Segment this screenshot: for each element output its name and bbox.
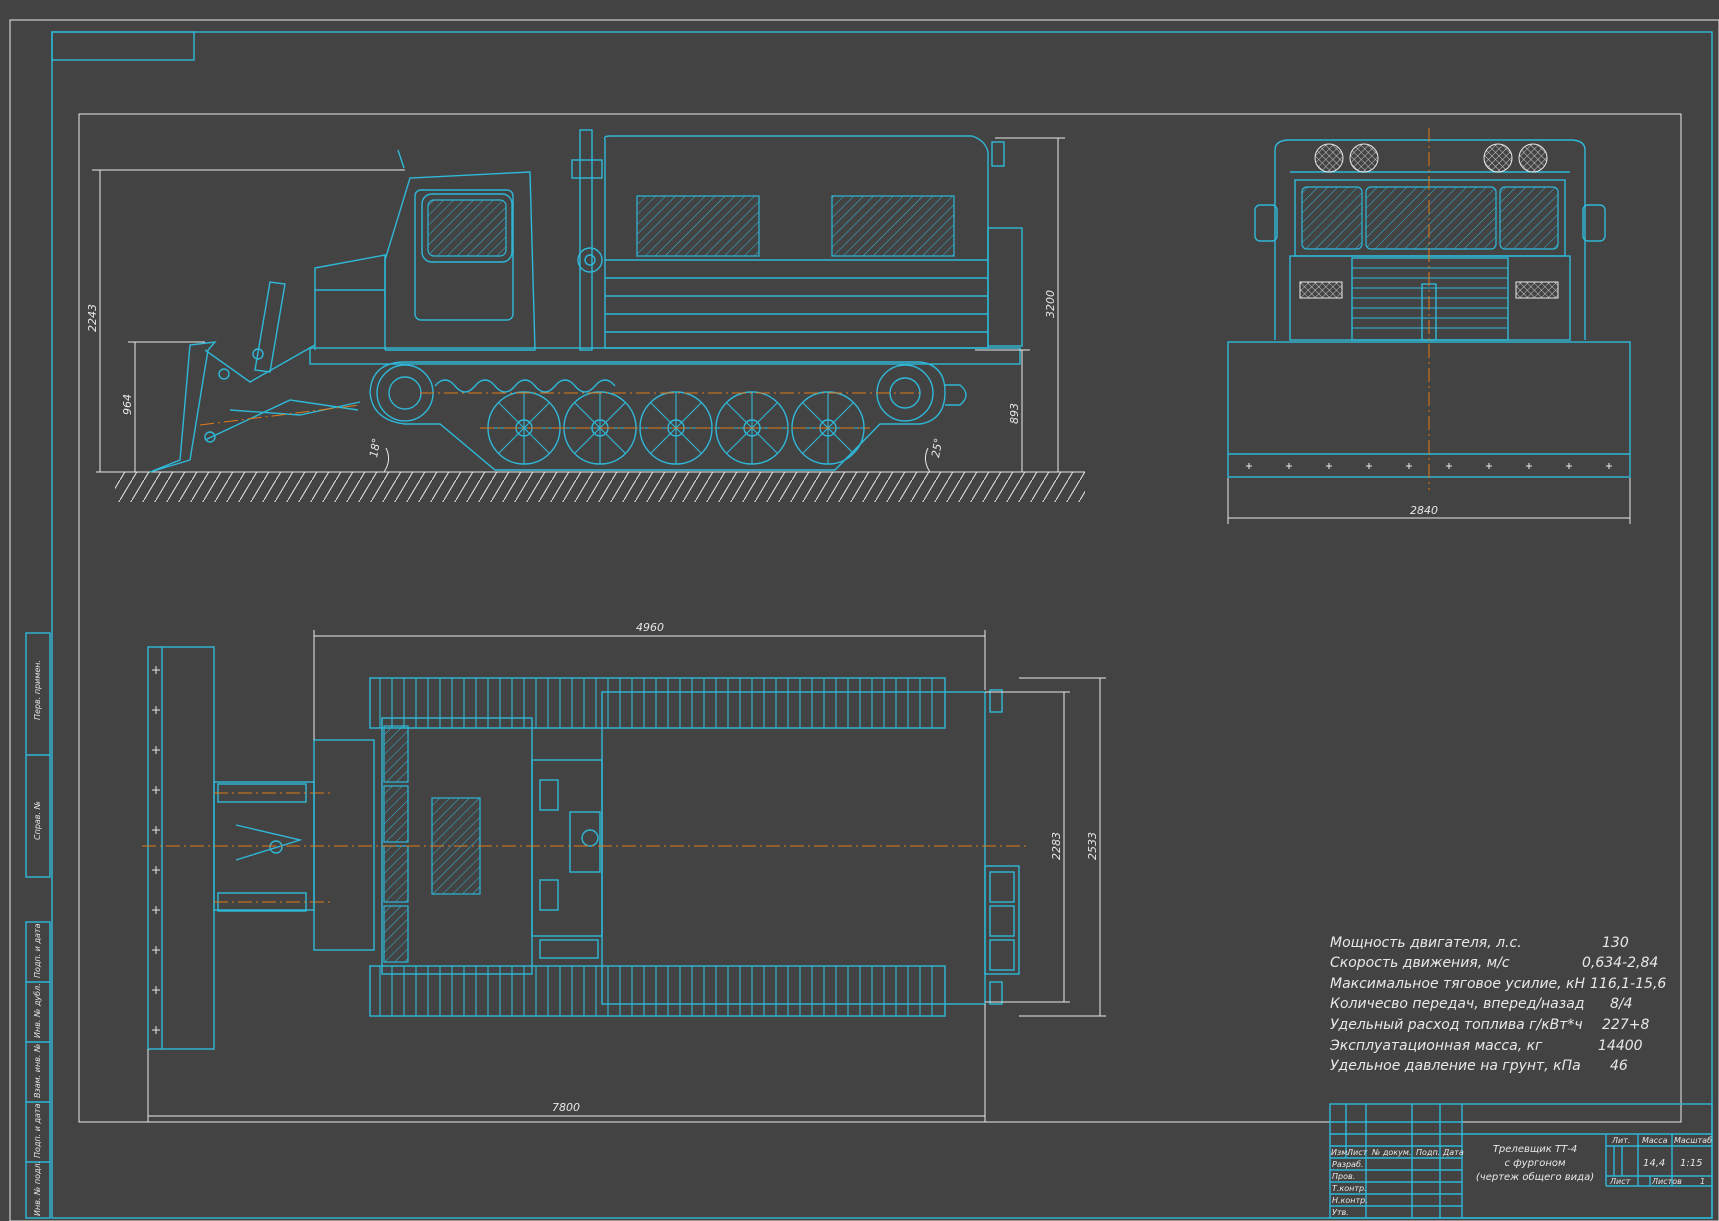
spec-label-4: Удельный расход топлива г/кВт*ч — [1330, 1017, 1583, 1033]
specifications: Мощность двигателя, л.с. 130 Скорость дв… — [1329, 935, 1666, 1074]
front-window-right — [1499, 186, 1559, 250]
front-view: 2840 — [1227, 128, 1631, 524]
stamp-podp-data-2: Подп. и дата — [33, 1103, 42, 1158]
dim-2243: 2243 — [86, 304, 99, 332]
tb-utv: Утв. — [1332, 1208, 1349, 1217]
angle-18: 18° — [367, 437, 383, 458]
stamp-inv-dubl: Инв. № дубл. — [33, 983, 42, 1038]
tb-data: Дата — [1442, 1148, 1464, 1157]
tb-tkontr: Т.контр. — [1332, 1184, 1367, 1193]
rear-box — [987, 227, 1023, 347]
spec-value-1: 0,634-2,84 — [1582, 955, 1658, 971]
tb-title-2: с фургоном — [1504, 1158, 1566, 1169]
top-dimensions: 4960 7800 2283 2533 — [147, 621, 1106, 1122]
spec-value-2: 116,1-15,6 — [1590, 976, 1666, 992]
spec-label-0: Мощность двигателя, л.с. — [1330, 935, 1522, 951]
dim-7800: 7800 — [552, 1101, 580, 1114]
top-engine-front — [313, 739, 375, 951]
spec-value-5: 14400 — [1598, 1038, 1643, 1054]
angle-25: 25° — [929, 437, 945, 458]
tb-sheet: Лист — [1609, 1177, 1631, 1186]
tb-list: Лист — [1346, 1148, 1368, 1157]
dim-2840: 2840 — [1410, 504, 1438, 517]
spec-label-5: Эксплуатационная масса, кг — [1329, 1038, 1543, 1054]
spec-label-1: Скорость движения, м/с — [1330, 955, 1510, 971]
van-window-rear — [831, 195, 955, 257]
spec-value-0: 130 — [1602, 935, 1629, 951]
spec-label-2: Максимальное тяговое усилие, кН — [1330, 976, 1586, 992]
spec-value-4: 227+8 — [1602, 1017, 1649, 1033]
suspension-spring — [434, 379, 616, 393]
tb-sheets: Листов — [1651, 1177, 1682, 1186]
dim-893: 893 — [1008, 403, 1021, 424]
spec-value-3: 8/4 — [1610, 996, 1633, 1012]
left-side-stamp: Перв. примен. Справ. № Подп. и дата Инв.… — [25, 632, 51, 1219]
dozer-blade — [149, 341, 217, 473]
dim-2533: 2533 — [1086, 832, 1099, 860]
tb-nkontr: Н.контр. — [1332, 1196, 1368, 1205]
stamp-perv-primen: Перв. примен. — [33, 660, 42, 720]
engine-hood — [314, 254, 386, 350]
front-window-left — [1301, 186, 1363, 250]
exhaust-pipe — [579, 129, 593, 351]
side-view: 2243 964 3200 893 18° 25° — [86, 129, 1085, 502]
technical-drawing: Перв. примен. Справ. № Подп. и дата Инв.… — [9, 19, 1719, 1221]
dim-2283: 2283 — [1050, 832, 1063, 860]
tb-title-1: Трелевщик ТТ-4 — [1493, 1144, 1577, 1155]
spec-label-3: Количесво передач, вперед/назад — [1330, 996, 1584, 1012]
top-blade — [147, 646, 215, 1050]
tb-sheets-value: 1 — [1700, 1177, 1705, 1186]
tb-scale-value: 1:15 — [1680, 1158, 1702, 1169]
spec-label-6: Удельное давление на грунт, кПа — [1330, 1058, 1581, 1074]
side-dimensions: 2243 964 3200 893 18° 25° — [86, 137, 1065, 473]
tb-prov: Пров. — [1332, 1172, 1355, 1181]
tb-mass-value: 14,4 — [1643, 1158, 1665, 1169]
tb-razrab: Разраб. — [1332, 1160, 1363, 1169]
dim-4960: 4960 — [636, 621, 664, 634]
front-window-center — [1365, 186, 1497, 250]
top-left-stamp — [51, 31, 195, 61]
title-block: Изм. Лист № докум. Подп. Дата Разраб. Пр… — [1329, 1103, 1713, 1219]
stamp-inv-podl: Инв. № подл. — [33, 1161, 42, 1216]
dim-3200: 3200 — [1044, 290, 1057, 318]
stamp-vzam-inv: Взам. инв. № — [33, 1044, 42, 1098]
tb-ndoc: № докум. — [1371, 1148, 1411, 1157]
track — [369, 361, 946, 471]
tb-lit: Лит. — [1611, 1136, 1630, 1145]
tb-title-3: (чертеж общего вида) — [1476, 1171, 1594, 1183]
spec-value-6: 46 — [1610, 1058, 1628, 1074]
stamp-sprav: Справ. № — [33, 801, 42, 840]
ground-hatch — [115, 472, 1085, 502]
top-van-roof — [601, 691, 986, 1005]
cab-window — [427, 199, 507, 257]
tb-podp: Подп. — [1416, 1148, 1440, 1157]
tb-massa: Масса — [1642, 1136, 1668, 1145]
van-window-front — [636, 195, 760, 257]
dim-964: 964 — [121, 394, 134, 415]
tb-masshtab: Масштаб — [1674, 1136, 1712, 1145]
top-view: 4960 7800 2283 2533 — [142, 621, 1106, 1122]
stamp-podp-data-1: Подп. и дата — [33, 923, 42, 978]
